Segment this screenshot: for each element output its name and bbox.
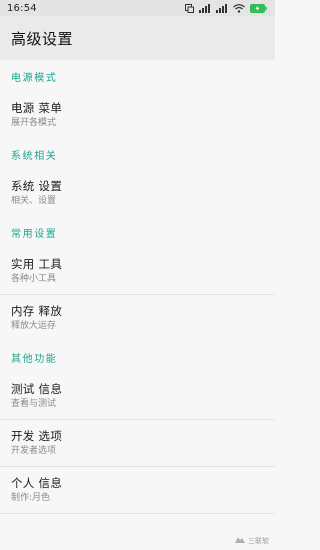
menu-item-system-settings[interactable]: 系统 设置 相关、设置 <box>0 169 275 216</box>
screen-cast-icon <box>185 3 194 13</box>
section-header-common: 常用设置 <box>11 229 58 240</box>
page-title: 高级设置 <box>11 29 74 48</box>
battery-icon <box>250 3 267 13</box>
menu-item-title: 测试 信息 <box>11 381 63 396</box>
menu-item-utility-tools[interactable]: 实用 工具 各种小工具 <box>0 247 275 294</box>
signal-strength-icon <box>199 3 211 13</box>
menu-item-subtitle: 制作:月色 <box>11 493 51 503</box>
section-header-power-mode: 电源模式 <box>11 73 58 84</box>
menu-item-subtitle: 查看与测试 <box>11 398 57 409</box>
watermark: 三联软 <box>235 536 269 546</box>
menu-item-title: 内存 释放 <box>11 304 63 318</box>
signal-strength-icon-2 <box>216 3 228 13</box>
menu-item-subtitle: 各种小工具 <box>11 273 57 284</box>
watermark-text: 三联软 <box>248 537 269 545</box>
menu-item-memory-release[interactable]: 内存 释放 释放大运存 <box>0 294 275 341</box>
menu-item-subtitle: 展开各模式 <box>11 117 57 128</box>
menu-item-power-menu[interactable]: 电源 菜单 展开各模式 <box>0 91 275 138</box>
title-bar: 高级设置 <box>0 16 275 60</box>
menu-item-title: 系统 设置 <box>11 178 63 193</box>
menu-item-title: 个人 信息 <box>11 476 63 490</box>
menu-item-developer-options[interactable]: 开发 选项 开发者选项 <box>0 419 275 466</box>
section-header-other: 其他功能 <box>11 354 58 365</box>
status-icons <box>185 0 267 16</box>
menu-item-test-info[interactable]: 测试 信息 查看与测试 <box>0 372 275 419</box>
menu-item-title: 电源 菜单 <box>11 100 63 115</box>
watermark-logo-icon <box>235 536 245 546</box>
menu-item-subtitle: 相关、设置 <box>11 195 57 206</box>
menu-item-subtitle: 开发者选项 <box>11 446 57 456</box>
list-divider <box>0 513 275 514</box>
settings-list: 电源模式 电源 菜单 展开各模式 系统相关 系统 设置 相关、设置 常用设置 实… <box>0 60 275 514</box>
wifi-icon <box>233 3 245 13</box>
section-header-system: 系统相关 <box>11 151 58 162</box>
status-time: 16:54 <box>7 2 37 14</box>
menu-item-personal-info[interactable]: 个人 信息 制作:月色 <box>0 466 275 513</box>
menu-item-subtitle: 释放大运存 <box>11 321 57 331</box>
status-bar: 16:54 <box>0 0 275 16</box>
menu-item-title: 实用 工具 <box>11 256 63 271</box>
menu-item-title: 开发 选项 <box>11 429 63 443</box>
